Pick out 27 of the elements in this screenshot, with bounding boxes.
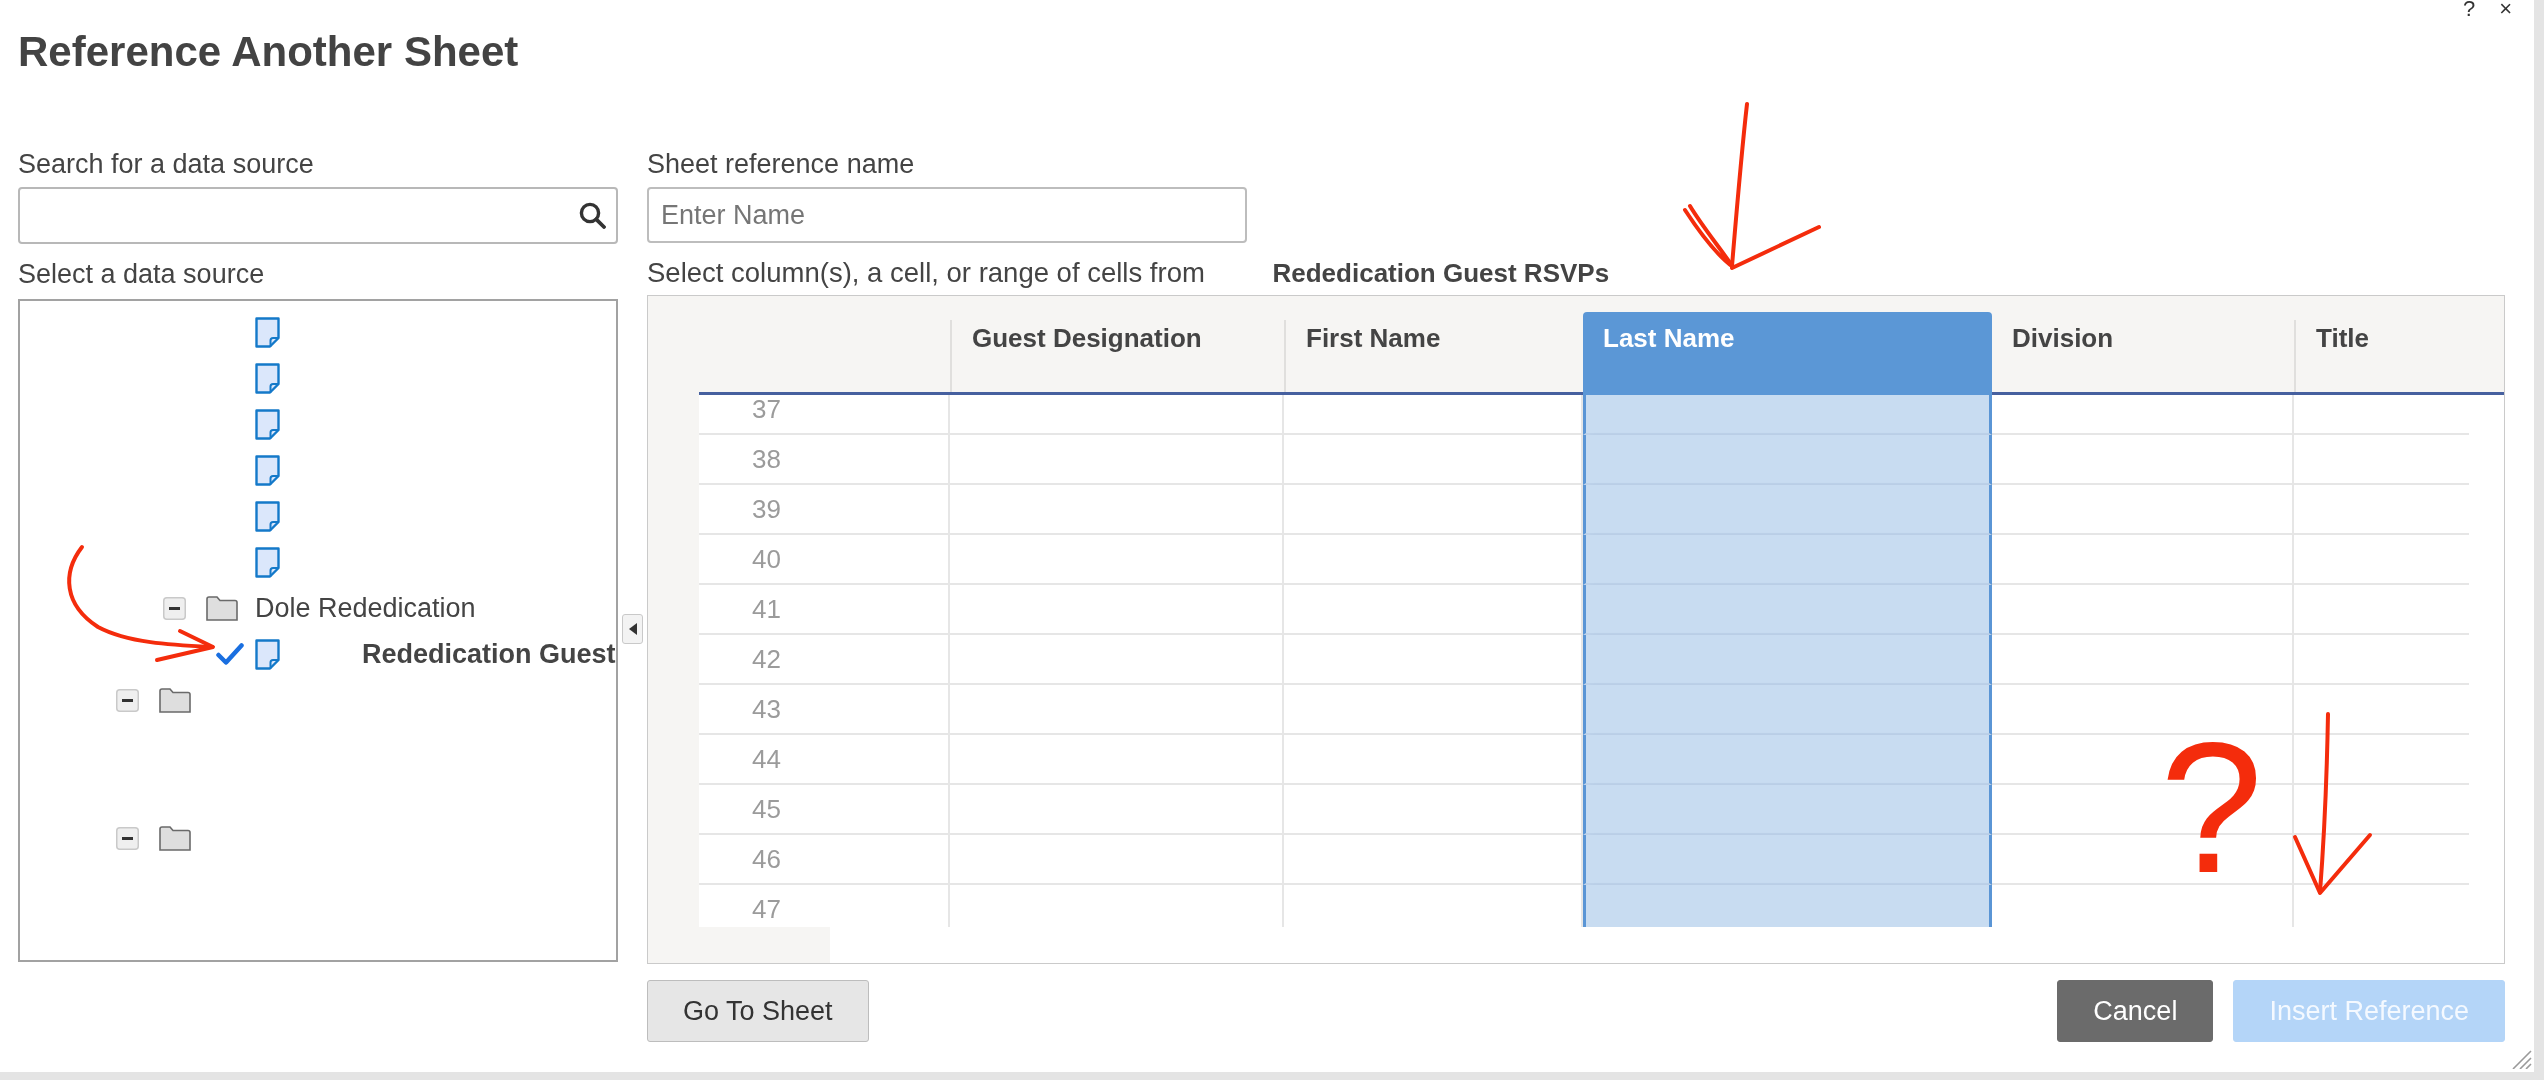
folder-name[interactable]: Dole Rededication bbox=[255, 592, 476, 624]
handwritten-question-mark: ? bbox=[2160, 716, 2263, 901]
go-to-sheet-button[interactable]: Go To Sheet bbox=[647, 980, 869, 1042]
triangle-left-icon bbox=[628, 623, 637, 635]
folder-icon bbox=[206, 595, 238, 621]
search-field[interactable] bbox=[18, 187, 618, 244]
dialog-title: Reference Another Sheet bbox=[18, 28, 519, 76]
collapse-panel-button[interactable] bbox=[622, 614, 643, 644]
file-icon bbox=[255, 638, 280, 670]
search-label: Search for a data source bbox=[18, 149, 314, 179]
sheet-name[interactable]: Rededication Guest bbox=[362, 638, 616, 670]
cancel-button[interactable]: Cancel bbox=[2057, 980, 2214, 1042]
folder-icon bbox=[159, 687, 191, 713]
folder-icon bbox=[159, 825, 191, 851]
minus-box-icon[interactable] bbox=[163, 596, 186, 620]
column-header[interactable]: Guest Designation bbox=[950, 320, 1284, 392]
close-button[interactable]: × bbox=[2499, 0, 2512, 18]
reference-name-label: Sheet reference name bbox=[647, 149, 915, 179]
tree-label: Select a data source bbox=[18, 259, 265, 289]
search-icon[interactable] bbox=[579, 202, 606, 229]
minus-box-icon[interactable] bbox=[116, 688, 139, 712]
minus-box-icon[interactable] bbox=[116, 826, 139, 850]
column-header[interactable]: Division bbox=[1992, 320, 2294, 392]
column-header[interactable]: Title bbox=[2294, 320, 2504, 392]
name-input[interactable]: Enter Name bbox=[647, 187, 1247, 243]
help-button[interactable]: ? bbox=[2462, 0, 2476, 18]
range-prompt: Select column(s), a cell, or range of cells from Rededication Guest RSVPs bbox=[647, 258, 1610, 288]
